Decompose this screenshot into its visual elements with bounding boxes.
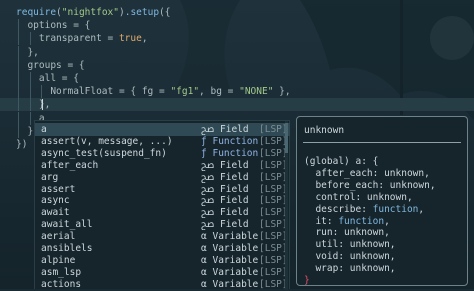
doc-token: function	[372, 203, 419, 215]
completion-kind-label: Field	[220, 219, 249, 231]
completion-kind-label: Field	[220, 159, 249, 171]
code-text: groups = {	[16, 59, 85, 72]
code-token: "fg1"	[170, 86, 200, 98]
completion-kind-label: Field	[220, 183, 249, 195]
completion-kind-label: Variable	[212, 254, 259, 266]
cursor-line-highlight	[0, 98, 474, 111]
code-text: },	[16, 98, 50, 111]
code-token: ,	[141, 33, 148, 45]
doc-token: util: unknown,	[304, 239, 396, 251]
doc-token: void: unknown,	[304, 251, 396, 263]
code-token: "NONE"	[239, 86, 274, 98]
code-token: transparent =	[16, 33, 119, 45]
field-icon: ﰠ	[201, 219, 215, 231]
completion-kind-label: Variable	[212, 231, 259, 243]
doc-token: }	[304, 275, 310, 286]
doc-line: }	[304, 274, 310, 287]
doc-token: run: unknown,	[304, 227, 390, 239]
variable-icon: α	[201, 278, 207, 290]
code-text: options = {	[16, 19, 90, 32]
completion-kind-label: Field	[220, 124, 249, 135]
code-text: }	[16, 125, 33, 138]
code-token: .setup	[124, 7, 160, 18]
doc-token: before_each: unknown,	[304, 179, 436, 191]
completion-kind-label: Function	[212, 135, 259, 147]
code-token: }	[16, 125, 34, 137]
doc-line: wrap: unknown,	[304, 262, 396, 275]
code-token: },	[16, 46, 39, 58]
code-text: require("nightfox").setup({	[16, 6, 171, 19]
code-token: ({	[159, 7, 171, 18]
variable-icon: α	[201, 231, 207, 243]
code-token: "nightfox"	[61, 7, 119, 18]
code-text: all = {	[16, 72, 79, 85]
function-icon: ƒ	[201, 147, 207, 159]
doc-token: control: unknown,	[304, 191, 413, 203]
completion-kind-label: Variable	[212, 278, 259, 290]
field-icon: ﰠ	[201, 124, 215, 135]
documentation-popup: unknown (global) a: { after_each: unknow…	[296, 116, 468, 286]
field-icon: ﰠ	[201, 183, 215, 195]
completion-kind-label: Field	[220, 207, 249, 219]
completion-scrollbar-thumb[interactable]	[285, 123, 288, 153]
field-icon: ﰠ	[201, 195, 215, 207]
doc-token: it:	[304, 215, 339, 227]
code-token: true	[118, 33, 142, 45]
code-text: })	[16, 138, 27, 151]
text-cursor	[42, 99, 43, 110]
code-token: },	[16, 99, 51, 111]
doc-token: describe:	[304, 203, 373, 215]
code-token: all = {	[16, 73, 79, 84]
code-token: require	[16, 7, 57, 18]
completion-kind-label: Field	[220, 171, 249, 183]
field-icon: ﰠ	[201, 171, 215, 183]
variable-icon: α	[201, 254, 207, 266]
code-token: NormalFloat = { fg =	[16, 86, 171, 98]
completion-kind-label: Field	[220, 195, 249, 207]
completion-kind-label: Function	[212, 147, 259, 159]
completion-menu[interactable]: aﰠ Field [LSP] assert(v, message, ...) ƒ Fu…	[34, 120, 290, 290]
variable-icon: α	[201, 266, 207, 278]
code-token: },	[273, 86, 291, 98]
doc-separator	[303, 142, 461, 143]
doc-token: function	[338, 215, 385, 227]
doc-token: ,	[384, 215, 390, 227]
doc-token: after_each: unknown,	[304, 167, 430, 179]
code-token: groups = {	[16, 59, 85, 71]
code-token: })	[16, 139, 28, 150]
variable-icon: α	[201, 243, 207, 254]
doc-token: wrap: unknown,	[304, 263, 396, 275]
completion-kind-label: Variable	[212, 266, 259, 278]
code-editor[interactable]: require("nightfox").setup({ options = { …	[0, 0, 474, 150]
code-token: , bg =	[199, 86, 240, 98]
code-text: NormalFloat = { fg = "fg1", bg = "NONE" …	[16, 85, 291, 98]
field-icon: ﰠ	[201, 207, 215, 219]
completion-kind-label: Variable	[212, 243, 259, 254]
doc-token: (global) a: {	[304, 156, 379, 167]
function-icon: ƒ	[201, 135, 207, 147]
code-text: },	[16, 46, 39, 59]
doc-token: ,	[418, 203, 425, 215]
field-icon: ﰠ	[201, 159, 215, 171]
doc-title: unknown	[304, 125, 345, 136]
code-text: transparent = true,	[16, 32, 148, 45]
code-token: options = {	[16, 20, 91, 32]
